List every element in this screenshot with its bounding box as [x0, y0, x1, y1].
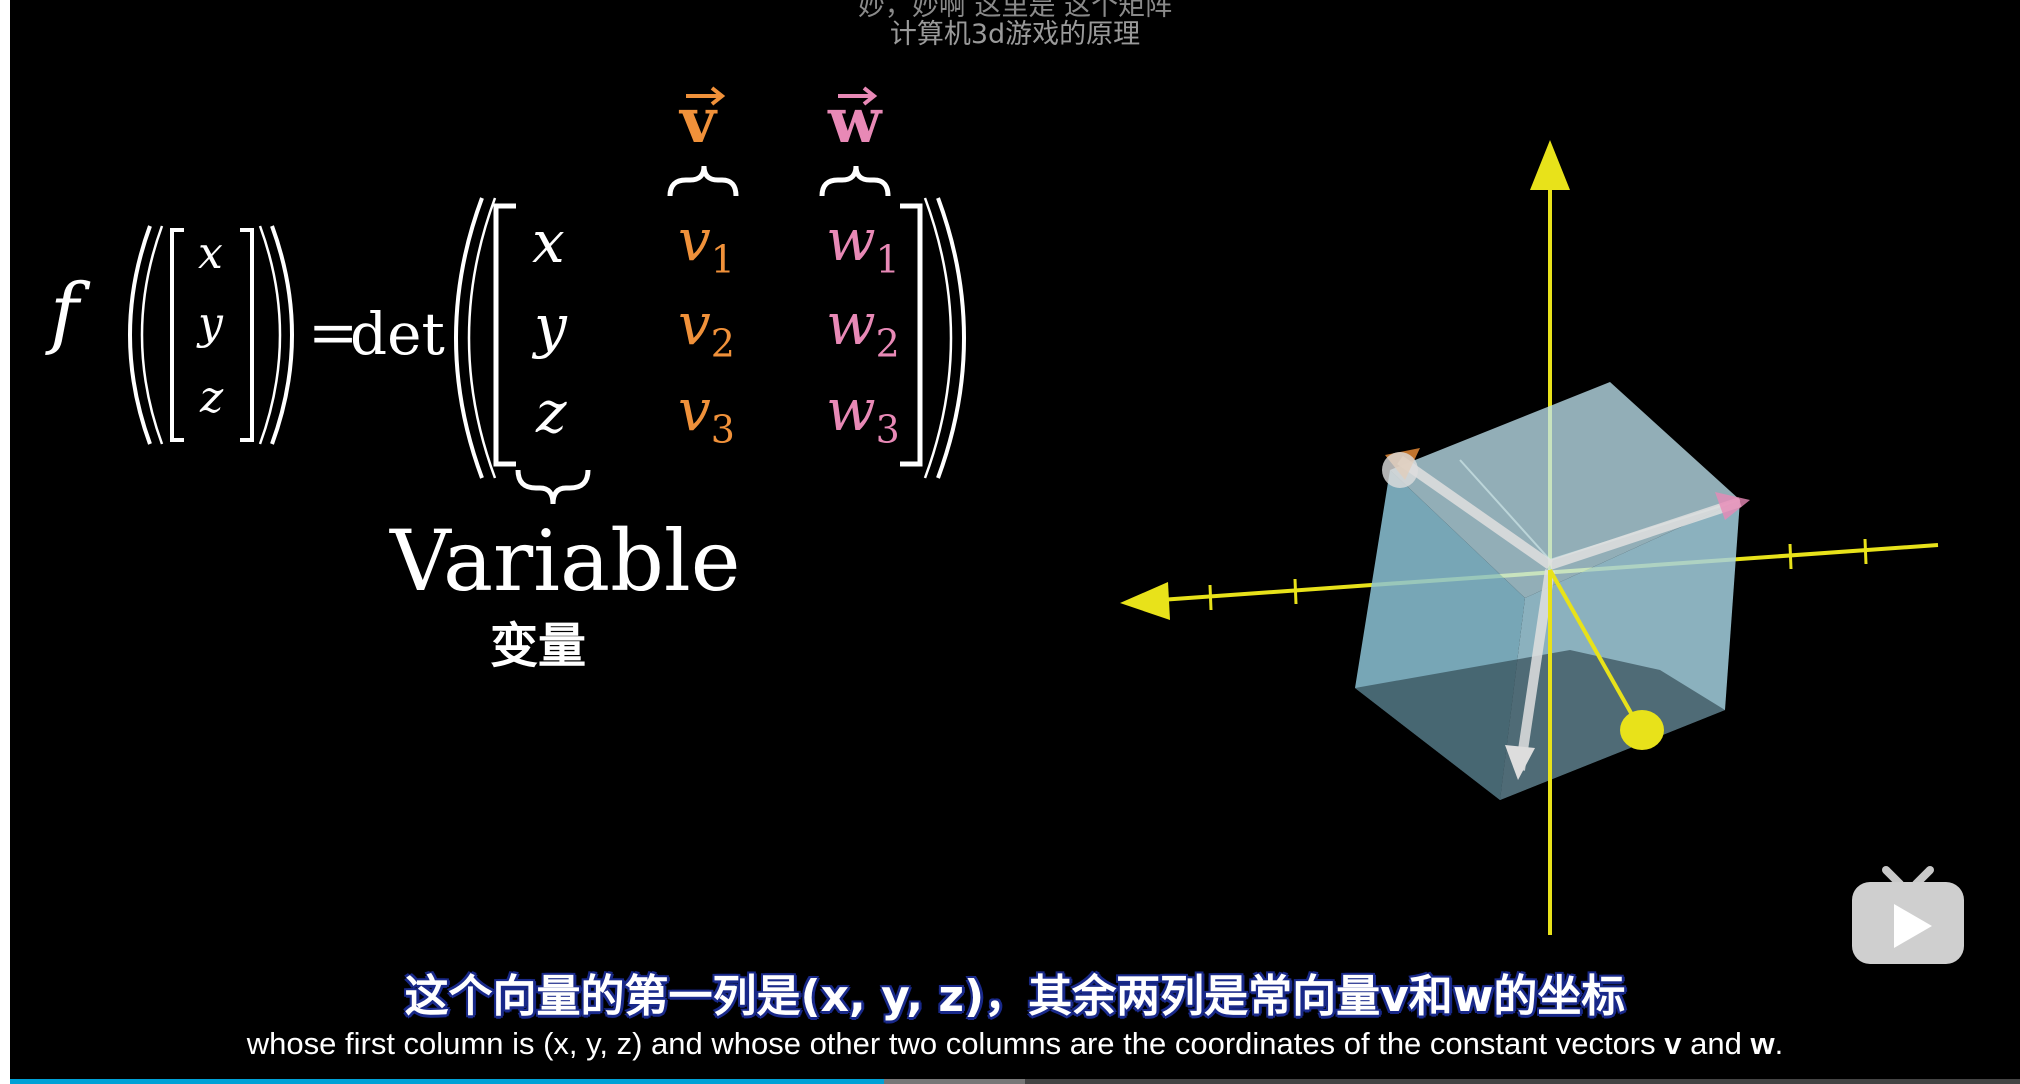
bilibili-tv-play-icon[interactable] — [1848, 866, 1968, 970]
det-label: det — [350, 300, 445, 368]
matrix-w1: w1 — [826, 206, 900, 282]
matrix-v1: v1 — [678, 206, 735, 282]
matrix-z: z — [536, 378, 567, 446]
vector-v-label: v — [680, 84, 717, 157]
axis-arrowhead-top — [1530, 140, 1570, 190]
matrix-v3: v3 — [678, 376, 735, 452]
progress-bar[interactable] — [10, 1079, 2020, 1084]
input-x: x — [198, 228, 223, 279]
input-y: y — [198, 298, 223, 349]
subtitle-english: whose first column is (x, y, z) and whos… — [246, 1026, 1784, 1061]
3d-scene — [1120, 140, 1939, 935]
variable-label: Variable — [390, 512, 741, 610]
vector-w-label: w — [828, 84, 882, 157]
subtitle-chinese: 这个向量的第一列是(x, y, z)，其余两列是常向量v和w的坐标 — [404, 971, 1626, 1022]
matrix-v2: v2 — [678, 290, 735, 366]
video-frame[interactable]: 妙，妙啊 这里是 这个矩阵 计算机3d游戏的原理 f x y z = det x… — [10, 0, 2020, 1080]
variable-label-cn: 变量 — [490, 618, 587, 674]
input-z: z — [200, 372, 224, 423]
axis-arrowhead-left — [1120, 582, 1170, 620]
matrix-x: x — [532, 208, 565, 276]
matrix-w3: w3 — [826, 376, 900, 452]
progress-played — [10, 1079, 885, 1084]
matrix-w2: w2 — [826, 290, 900, 366]
progress-buffer — [884, 1079, 1026, 1084]
matrix-y: y — [534, 292, 567, 360]
axis-arrowhead-front — [1620, 710, 1664, 750]
